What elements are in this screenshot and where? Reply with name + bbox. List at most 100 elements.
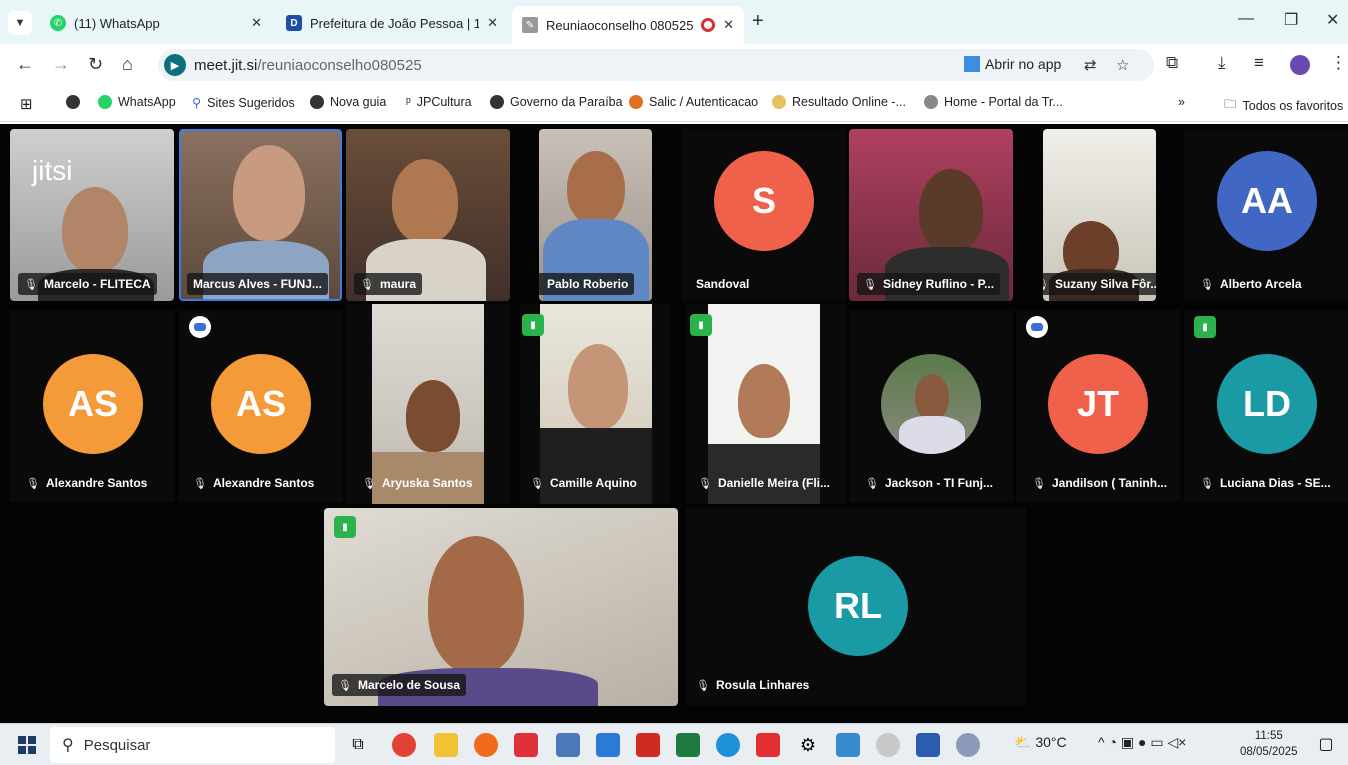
star-icon[interactable]: ☆	[1116, 56, 1129, 74]
bookmark-portal[interactable]: Home - Portal da Tr...	[924, 95, 1063, 109]
participant-tile-speaking[interactable]: Marcus Alves - FUNJ...	[179, 129, 342, 301]
bookmark-nova-guia[interactable]: Nova guia	[310, 95, 386, 109]
tab-reuniao[interactable]: ✎ Reuniaoconselho 080525 | J ✕	[512, 6, 744, 44]
participant-name: 🎙Pablo Roberio	[539, 273, 635, 295]
battery-icon: ▭	[1150, 734, 1164, 750]
participant-tile[interactable]: 🎙Pablo Roberio	[539, 129, 652, 301]
participant-tile[interactable]: 🎙 Aryuska Santos	[346, 304, 510, 504]
word-icon[interactable]	[916, 733, 940, 757]
participant-tile[interactable]: AS 🎙 Alexandre Santos	[179, 310, 343, 502]
pdf-icon[interactable]	[636, 733, 660, 757]
close-icon[interactable]: ✕	[251, 15, 262, 31]
participant-name: 🎙 Alberto Arcela	[1200, 277, 1302, 291]
windows-start-icon[interactable]	[18, 736, 36, 754]
calculator-icon[interactable]	[556, 733, 580, 757]
monitor-app-icon[interactable]	[836, 733, 860, 757]
participant-tile[interactable]: 🎙 Sidney Ruflino - P...	[849, 129, 1013, 301]
jitsi-watermark: jitsi	[32, 155, 73, 186]
taskbar-search[interactable]: ⚲ Pesquisar	[50, 727, 335, 763]
notifications-icon[interactable]: ▢	[1314, 733, 1338, 757]
mic-muted-icon: 🎙	[865, 477, 879, 490]
participant-avatar: RL	[808, 556, 908, 656]
participant-tile[interactable]: ▮ 🎙 Danielle Meira (Fli...	[686, 304, 846, 504]
system-tray[interactable]: ^ ◔ ▣ ● ▭ ◁×	[1098, 734, 1186, 751]
bookmark-jpcultura[interactable]: ᵖ JPCultura	[406, 95, 472, 109]
participant-avatar: JT	[1048, 354, 1148, 454]
participant-tile[interactable]: ▮ LD 🎙 Luciana Dias - SE...	[1184, 310, 1348, 502]
url-input[interactable]: ▶ meet.jit.si/reuniaoconselho080525 Abri…	[158, 49, 1154, 81]
settings-icon[interactable]: ⚙	[796, 733, 820, 757]
participant-tile[interactable]: 🎙 Jackson - TI Funj...	[849, 310, 1013, 502]
chrome-icon[interactable]	[392, 733, 416, 757]
clock[interactable]: 11:55 08/05/2025	[1240, 728, 1298, 760]
tab-label: Reuniaoconselho 080525 | J	[546, 17, 696, 33]
participant-name: Sandoval	[696, 277, 750, 291]
restore-icon[interactable]: ❐	[1284, 10, 1298, 30]
mic-muted-icon: 🎙	[863, 278, 877, 291]
reload-icon[interactable]: ↻	[88, 54, 103, 75]
participant-tile[interactable]: RL 🎙 Rosula Linhares	[686, 508, 1026, 706]
firefox-icon[interactable]	[474, 733, 498, 757]
copy-app-icon[interactable]	[596, 733, 620, 757]
participant-tile[interactable]: AA 🎙 Alberto Arcela	[1184, 129, 1348, 301]
new-tab-button[interactable]: +	[752, 10, 764, 33]
tab-prefeitura[interactable]: D Prefeitura de João Pessoa | 1Do ✕	[276, 8, 508, 38]
edge-icon[interactable]	[716, 733, 740, 757]
participant-tile[interactable]: ▮ 🎙 Camille Aquino	[520, 304, 670, 504]
translate-icon[interactable]: ⇄	[1084, 56, 1097, 74]
participant-tile[interactable]: S Sandoval	[682, 129, 846, 301]
participant-name: Marcus Alves - FUNJ...	[187, 273, 328, 295]
camera-icon: ▣	[1120, 734, 1135, 750]
bookmark-sites-sugeridos[interactable]: ⚲ Sites Sugeridos	[192, 95, 295, 111]
participant-name: 🎙 Camille Aquino	[530, 476, 637, 490]
connection-status-icon	[189, 316, 211, 338]
connection-status-icon	[1026, 316, 1048, 338]
participant-tile[interactable]: AS 🎙 Alexandre Santos	[10, 310, 174, 502]
close-icon[interactable]: ✕	[723, 17, 734, 33]
anydesk-icon[interactable]	[756, 733, 780, 757]
forward-icon[interactable]: →	[52, 54, 70, 75]
signal-strength-icon: ▮	[522, 314, 544, 336]
open-in-app-button[interactable]: Abrir no app	[964, 56, 1061, 72]
file-explorer-icon[interactable]	[434, 733, 458, 757]
close-icon[interactable]: ✕	[487, 15, 498, 31]
wifi-icon: ◔	[1108, 734, 1117, 750]
bookmark-whatsapp[interactable]: WhatsApp	[98, 95, 176, 109]
participant-tile[interactable]: JT 🎙 Jandilson ( Taninh...	[1016, 310, 1180, 502]
apps-icon[interactable]: ⊞	[20, 95, 33, 113]
weather-widget[interactable]: ⛅ 30°C	[1014, 734, 1067, 751]
jitsi-icon: ✎	[522, 17, 538, 33]
reading-list-icon[interactable]: ≡	[1254, 53, 1264, 73]
globe-icon	[490, 95, 504, 109]
profile-avatar[interactable]	[1290, 55, 1310, 75]
tab-search-button[interactable]: ▼	[8, 11, 32, 35]
bookmark-resultado[interactable]: Resultado Online -...	[772, 95, 906, 109]
signal-strength-icon: ▮	[1194, 316, 1216, 338]
bookmarks-overflow[interactable]: »	[1178, 95, 1185, 109]
excel-icon[interactable]	[676, 733, 700, 757]
all-favorites[interactable]: 🗀 Todos os favoritos	[1224, 95, 1343, 116]
participant-tile[interactable]: 🎙Suzany Silva Fôr...	[1043, 129, 1156, 301]
weather-icon: ⛅	[1014, 734, 1032, 750]
download-icon[interactable]: ⤓	[1218, 53, 1226, 73]
participant-tile[interactable]: ▮ 🎙 Marcelo de Sousa	[324, 508, 678, 706]
back-icon[interactable]: ←	[16, 54, 34, 75]
bookmark-salic[interactable]: Salic / Autenticacao	[629, 95, 758, 109]
participant-tile[interactable]: jitsi 🎙 Marcelo - FLITECA	[10, 129, 174, 301]
menu-icon[interactable]: ⋮	[1330, 53, 1347, 73]
site-info-icon[interactable]: ▶	[164, 54, 186, 76]
window-close-icon[interactable]: ✕	[1326, 10, 1339, 30]
participant-tile[interactable]: 🎙 maura	[346, 129, 510, 301]
mic-icon: ●	[1137, 734, 1147, 750]
contacts-icon[interactable]	[514, 733, 538, 757]
paint-icon[interactable]	[956, 733, 980, 757]
bookmark-governo[interactable]: Governo da Paraíba	[490, 95, 623, 109]
task-view-icon[interactable]: ⧉	[346, 733, 370, 757]
tab-whatsapp[interactable]: ✆ (11) WhatsApp ✕	[40, 8, 272, 38]
app-icon[interactable]	[876, 733, 900, 757]
bookmark-globe[interactable]	[66, 95, 86, 109]
minimize-icon[interactable]: —	[1238, 10, 1254, 28]
whatsapp-icon: ✆	[50, 15, 66, 31]
extensions-icon[interactable]: ⧉	[1166, 53, 1178, 73]
home-icon[interactable]: ⌂	[122, 54, 133, 75]
